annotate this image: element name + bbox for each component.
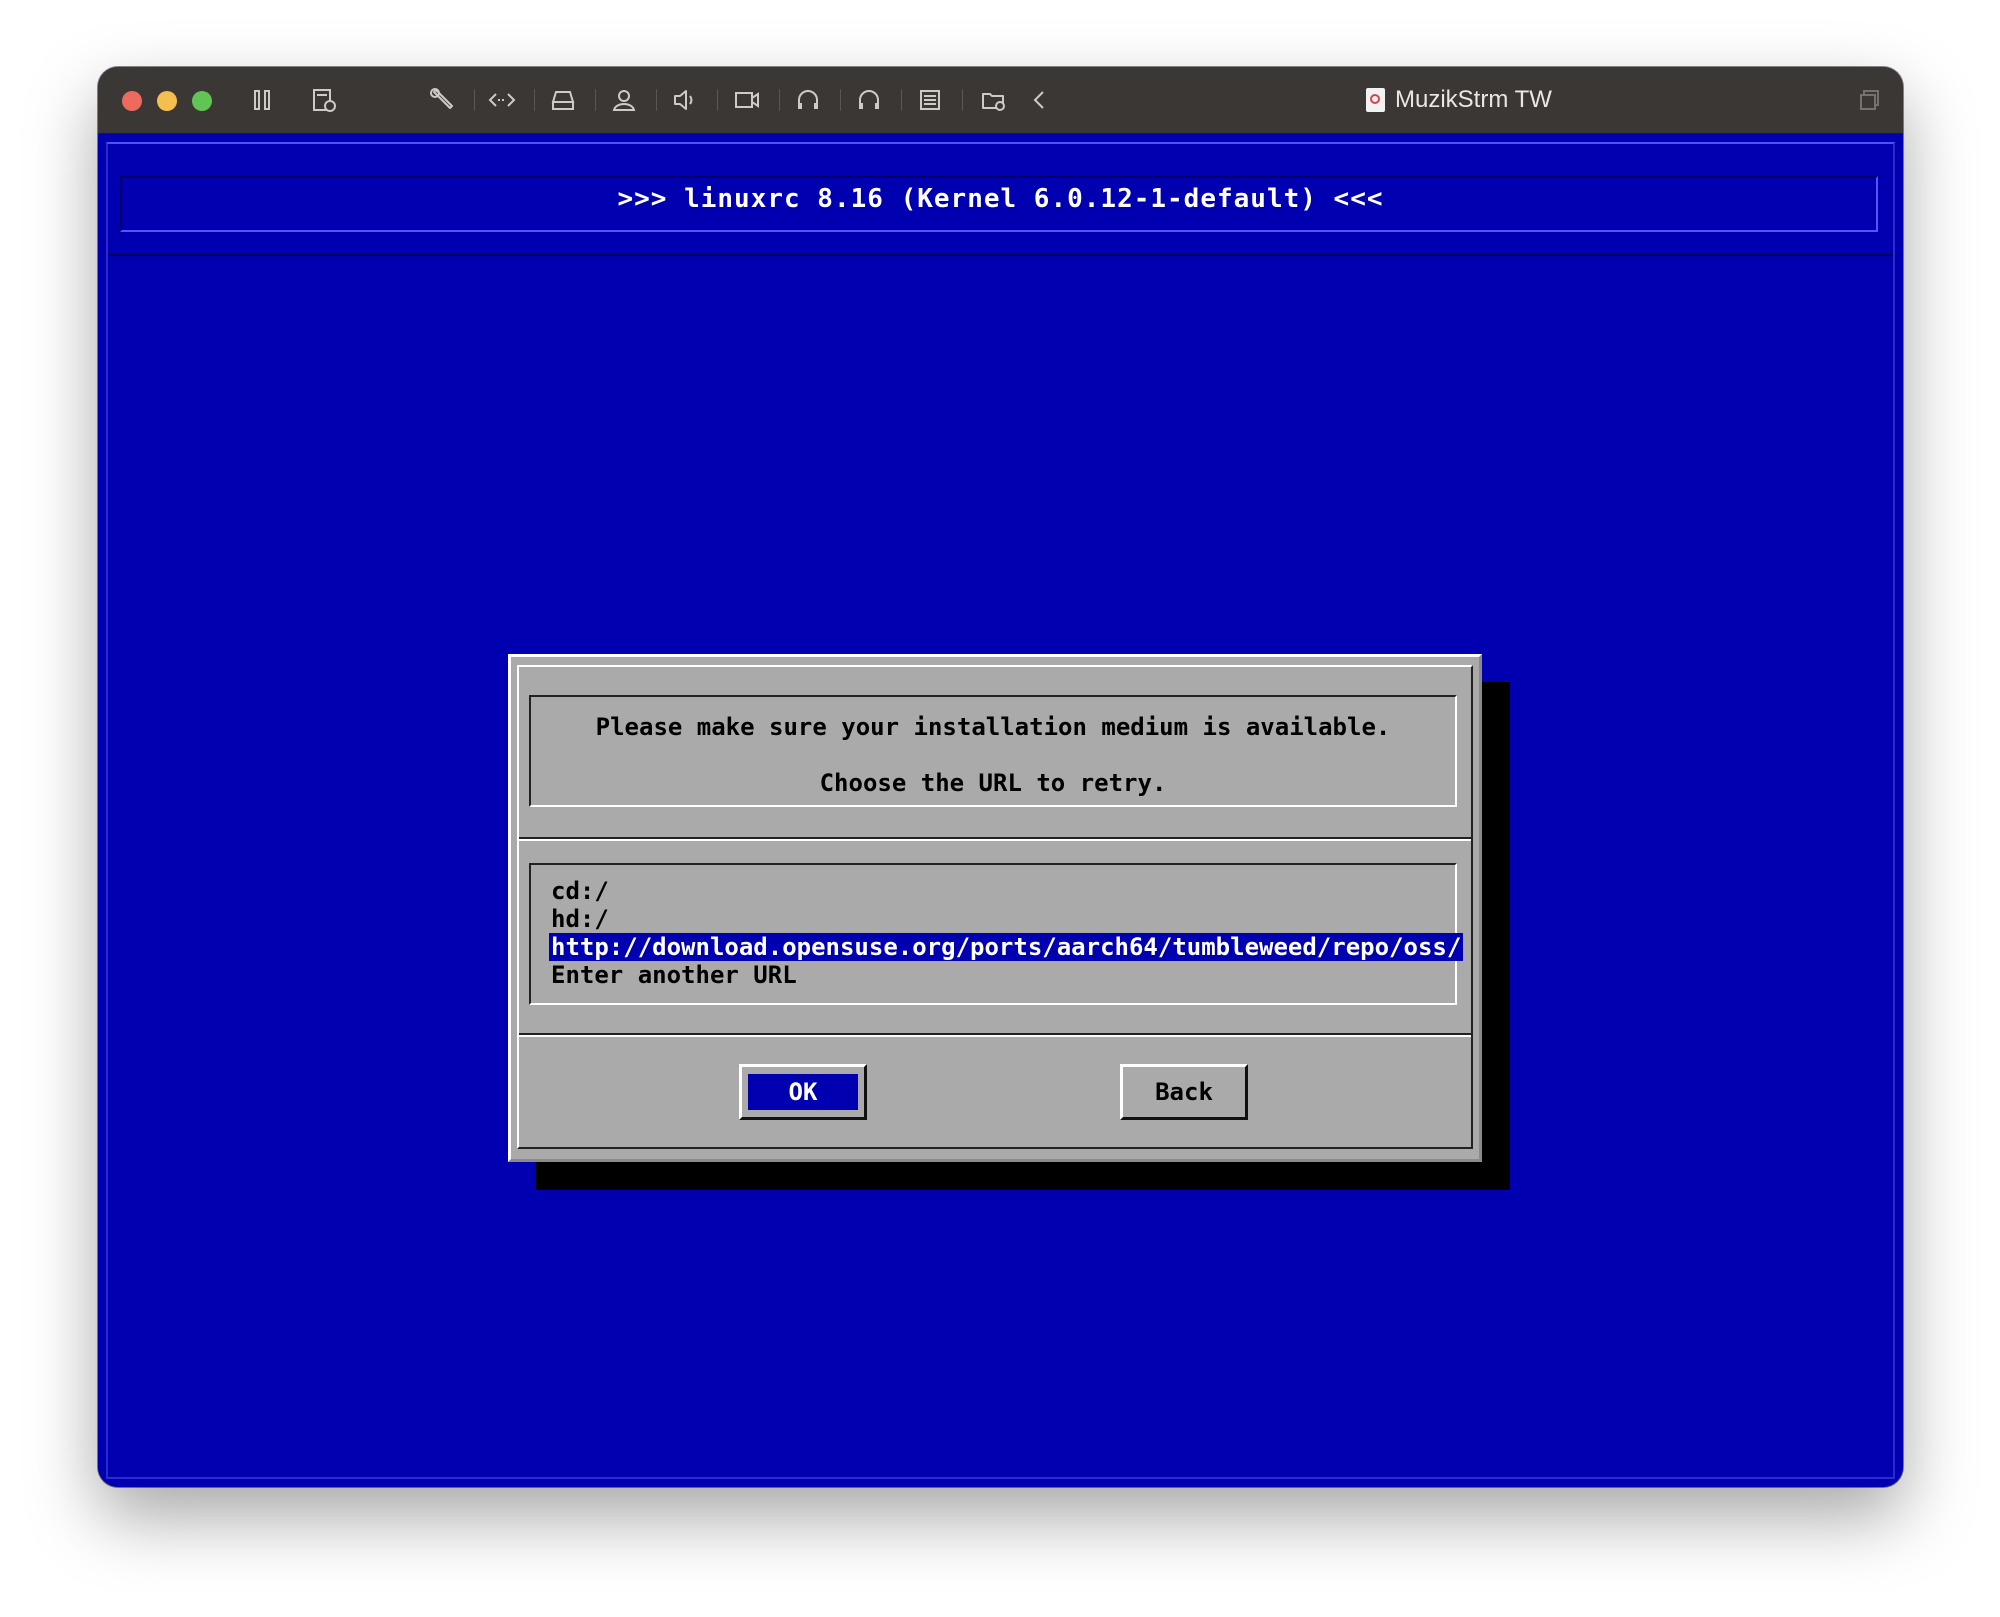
window-title-text: MuzikStrm TW bbox=[1395, 86, 1552, 113]
window-icon[interactable] bbox=[1854, 84, 1886, 116]
window-title: MuzikStrm TW bbox=[1366, 83, 1552, 117]
ok-button[interactable]: OK bbox=[739, 1064, 867, 1120]
list-item-enter-url[interactable]: Enter another URL bbox=[549, 961, 799, 989]
list-item-hd[interactable]: hd:/ bbox=[549, 905, 611, 933]
snapshot-icon[interactable] bbox=[308, 84, 340, 116]
list-item-http-selected[interactable]: http://download.opensuse.org/ports/aarch… bbox=[549, 933, 1464, 961]
headphones-icon[interactable] bbox=[792, 84, 824, 116]
minimize-window-button[interactable] bbox=[157, 91, 177, 111]
retry-dialog: Please make sure your installation mediu… bbox=[508, 654, 1482, 1162]
toolbar-separator bbox=[962, 89, 963, 111]
ok-button-label: OK bbox=[748, 1074, 858, 1110]
toolbar-separator bbox=[534, 89, 535, 111]
message-line-1: Please make sure your installation mediu… bbox=[595, 713, 1391, 741]
headset-icon[interactable] bbox=[853, 84, 885, 116]
zoom-window-button[interactable] bbox=[192, 91, 212, 111]
message-line-2: Choose the URL to retry. bbox=[819, 769, 1167, 797]
disk-icon[interactable] bbox=[547, 84, 579, 116]
speaker-icon[interactable] bbox=[669, 84, 701, 116]
toolbar-separator bbox=[901, 89, 902, 111]
pause-icon[interactable] bbox=[246, 84, 278, 116]
dialog-divider bbox=[519, 1033, 1471, 1035]
message-box: Please make sure your installation mediu… bbox=[529, 695, 1457, 807]
document-icon bbox=[1366, 88, 1385, 112]
dialog-divider bbox=[519, 837, 1471, 839]
toolbar-separator bbox=[656, 89, 657, 111]
toolbar-separator bbox=[717, 89, 718, 111]
settings-wrench-icon[interactable] bbox=[426, 84, 458, 116]
back-chevron-icon[interactable] bbox=[1024, 84, 1056, 116]
code-arrows-icon[interactable] bbox=[486, 84, 518, 116]
header-rule bbox=[108, 254, 1893, 256]
close-window-button[interactable] bbox=[122, 91, 142, 111]
toolbar-separator bbox=[840, 89, 841, 111]
vm-screen[interactable]: >>> linuxrc 8.16 (Kernel 6.0.12-1-defaul… bbox=[98, 134, 1903, 1487]
toolbar-separator bbox=[595, 89, 596, 111]
user-icon[interactable] bbox=[608, 84, 640, 116]
title-bar: MuzikStrm TW bbox=[98, 67, 1903, 134]
linuxrc-header: >>> linuxrc 8.16 (Kernel 6.0.12-1-defaul… bbox=[617, 184, 1384, 214]
back-button-label: Back bbox=[1155, 1078, 1213, 1106]
list-icon[interactable] bbox=[914, 84, 946, 116]
toolbar-separator bbox=[779, 89, 780, 111]
list-item-cd[interactable]: cd:/ bbox=[549, 877, 611, 905]
url-list: cd:/ hd:/ http://download.opensuse.org/p… bbox=[529, 863, 1464, 1005]
shared-folder-icon[interactable] bbox=[978, 84, 1010, 116]
toolbar-separator bbox=[474, 89, 475, 111]
vm-window: MuzikStrm TW >>> linuxrc 8.16 (Kernel 6.… bbox=[98, 67, 1903, 1487]
camera-icon[interactable] bbox=[731, 84, 763, 116]
back-button[interactable]: Back bbox=[1120, 1064, 1248, 1120]
